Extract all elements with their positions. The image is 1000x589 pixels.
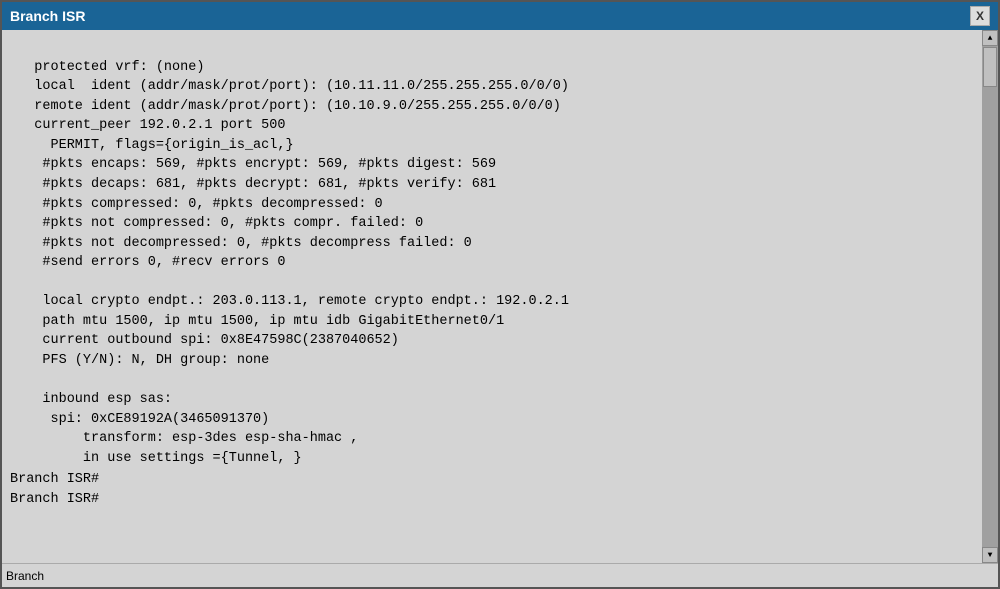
window: Branch ISR X protected vrf: (none) local… [0,0,1000,589]
prompt-line-2: Branch ISR# [10,490,982,510]
title-bar: Branch ISR X [2,2,998,30]
scrollbar-track[interactable] [982,46,998,547]
status-line1: Branch [6,569,44,583]
scroll-down-button[interactable]: ▼ [982,547,998,563]
close-button[interactable]: X [970,6,990,26]
prompt-line-1: Branch ISR# [10,468,982,490]
content-area: protected vrf: (none) local ident (addr/… [2,30,998,563]
status-bar: Branch [2,563,998,587]
scroll-up-button[interactable]: ▲ [982,30,998,46]
scrollbar-thumb[interactable] [983,47,997,87]
window-title: Branch ISR [10,8,85,24]
scrollbar: ▲ ▼ [982,30,998,563]
terminal-output[interactable]: protected vrf: (none) local ident (addr/… [2,30,982,563]
terminal-text: protected vrf: (none) local ident (addr/… [10,38,982,468]
